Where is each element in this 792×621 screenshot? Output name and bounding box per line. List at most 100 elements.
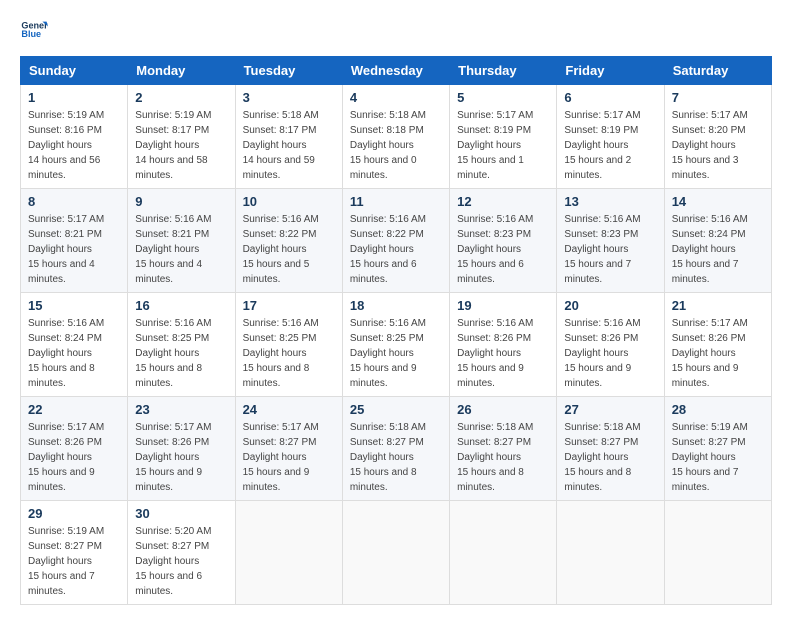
day-cell: 6 Sunrise: 5:17 AM Sunset: 8:19 PM Dayli… [557, 85, 664, 189]
day-info: Sunrise: 5:17 AM Sunset: 8:21 PM Dayligh… [28, 214, 104, 285]
logo-icon: General Blue [20, 16, 48, 44]
week-row-4: 22 Sunrise: 5:17 AM Sunset: 8:26 PM Dayl… [21, 397, 772, 501]
day-number: 28 [672, 402, 764, 417]
day-info: Sunrise: 5:17 AM Sunset: 8:26 PM Dayligh… [135, 422, 211, 493]
day-cell [664, 501, 771, 605]
day-number: 12 [457, 194, 549, 209]
weekday-header-sunday: Sunday [21, 57, 128, 85]
day-cell: 30 Sunrise: 5:20 AM Sunset: 8:27 PM Dayl… [128, 501, 235, 605]
day-info: Sunrise: 5:16 AM Sunset: 8:26 PM Dayligh… [457, 318, 533, 389]
day-number: 29 [28, 506, 120, 521]
day-cell [450, 501, 557, 605]
svg-text:Blue: Blue [21, 29, 41, 39]
day-cell: 2 Sunrise: 5:19 AM Sunset: 8:17 PM Dayli… [128, 85, 235, 189]
page-header: General Blue [20, 16, 772, 44]
day-cell: 24 Sunrise: 5:17 AM Sunset: 8:27 PM Dayl… [235, 397, 342, 501]
day-cell: 23 Sunrise: 5:17 AM Sunset: 8:26 PM Dayl… [128, 397, 235, 501]
day-cell: 16 Sunrise: 5:16 AM Sunset: 8:25 PM Dayl… [128, 293, 235, 397]
day-info: Sunrise: 5:18 AM Sunset: 8:27 PM Dayligh… [564, 422, 640, 493]
day-info: Sunrise: 5:18 AM Sunset: 8:27 PM Dayligh… [457, 422, 533, 493]
day-cell: 22 Sunrise: 5:17 AM Sunset: 8:26 PM Dayl… [21, 397, 128, 501]
day-cell: 25 Sunrise: 5:18 AM Sunset: 8:27 PM Dayl… [342, 397, 449, 501]
day-info: Sunrise: 5:18 AM Sunset: 8:18 PM Dayligh… [350, 110, 426, 181]
day-number: 9 [135, 194, 227, 209]
day-number: 4 [350, 90, 442, 105]
day-number: 24 [243, 402, 335, 417]
day-number: 18 [350, 298, 442, 313]
weekday-header-friday: Friday [557, 57, 664, 85]
day-cell: 27 Sunrise: 5:18 AM Sunset: 8:27 PM Dayl… [557, 397, 664, 501]
day-number: 2 [135, 90, 227, 105]
weekday-header-saturday: Saturday [664, 57, 771, 85]
day-number: 26 [457, 402, 549, 417]
day-number: 22 [28, 402, 120, 417]
day-cell: 20 Sunrise: 5:16 AM Sunset: 8:26 PM Dayl… [557, 293, 664, 397]
day-cell: 18 Sunrise: 5:16 AM Sunset: 8:25 PM Dayl… [342, 293, 449, 397]
day-number: 6 [564, 90, 656, 105]
day-info: Sunrise: 5:16 AM Sunset: 8:25 PM Dayligh… [350, 318, 426, 389]
day-number: 11 [350, 194, 442, 209]
day-info: Sunrise: 5:19 AM Sunset: 8:27 PM Dayligh… [672, 422, 748, 493]
day-cell: 19 Sunrise: 5:16 AM Sunset: 8:26 PM Dayl… [450, 293, 557, 397]
weekday-header-tuesday: Tuesday [235, 57, 342, 85]
day-info: Sunrise: 5:16 AM Sunset: 8:25 PM Dayligh… [135, 318, 211, 389]
day-cell: 15 Sunrise: 5:16 AM Sunset: 8:24 PM Dayl… [21, 293, 128, 397]
day-cell: 1 Sunrise: 5:19 AM Sunset: 8:16 PM Dayli… [21, 85, 128, 189]
week-row-2: 8 Sunrise: 5:17 AM Sunset: 8:21 PM Dayli… [21, 189, 772, 293]
day-cell: 14 Sunrise: 5:16 AM Sunset: 8:24 PM Dayl… [664, 189, 771, 293]
day-number: 21 [672, 298, 764, 313]
day-info: Sunrise: 5:16 AM Sunset: 8:24 PM Dayligh… [672, 214, 748, 285]
weekday-header-row: SundayMondayTuesdayWednesdayThursdayFrid… [21, 57, 772, 85]
day-number: 5 [457, 90, 549, 105]
day-number: 7 [672, 90, 764, 105]
day-cell: 29 Sunrise: 5:19 AM Sunset: 8:27 PM Dayl… [21, 501, 128, 605]
day-info: Sunrise: 5:19 AM Sunset: 8:27 PM Dayligh… [28, 526, 104, 597]
day-info: Sunrise: 5:18 AM Sunset: 8:17 PM Dayligh… [243, 110, 319, 181]
weekday-header-thursday: Thursday [450, 57, 557, 85]
week-row-5: 29 Sunrise: 5:19 AM Sunset: 8:27 PM Dayl… [21, 501, 772, 605]
day-number: 3 [243, 90, 335, 105]
day-cell: 4 Sunrise: 5:18 AM Sunset: 8:18 PM Dayli… [342, 85, 449, 189]
day-cell: 7 Sunrise: 5:17 AM Sunset: 8:20 PM Dayli… [664, 85, 771, 189]
week-row-1: 1 Sunrise: 5:19 AM Sunset: 8:16 PM Dayli… [21, 85, 772, 189]
day-info: Sunrise: 5:18 AM Sunset: 8:27 PM Dayligh… [350, 422, 426, 493]
day-info: Sunrise: 5:17 AM Sunset: 8:26 PM Dayligh… [672, 318, 748, 389]
day-info: Sunrise: 5:16 AM Sunset: 8:26 PM Dayligh… [564, 318, 640, 389]
day-cell: 9 Sunrise: 5:16 AM Sunset: 8:21 PM Dayli… [128, 189, 235, 293]
day-info: Sunrise: 5:16 AM Sunset: 8:22 PM Dayligh… [350, 214, 426, 285]
day-number: 14 [672, 194, 764, 209]
calendar-body: 1 Sunrise: 5:19 AM Sunset: 8:16 PM Dayli… [21, 85, 772, 605]
day-number: 16 [135, 298, 227, 313]
day-info: Sunrise: 5:16 AM Sunset: 8:22 PM Dayligh… [243, 214, 319, 285]
day-cell [557, 501, 664, 605]
day-number: 27 [564, 402, 656, 417]
week-row-3: 15 Sunrise: 5:16 AM Sunset: 8:24 PM Dayl… [21, 293, 772, 397]
calendar-table: SundayMondayTuesdayWednesdayThursdayFrid… [20, 56, 772, 605]
day-info: Sunrise: 5:20 AM Sunset: 8:27 PM Dayligh… [135, 526, 211, 597]
day-cell: 28 Sunrise: 5:19 AM Sunset: 8:27 PM Dayl… [664, 397, 771, 501]
day-cell [342, 501, 449, 605]
day-number: 8 [28, 194, 120, 209]
day-info: Sunrise: 5:16 AM Sunset: 8:23 PM Dayligh… [564, 214, 640, 285]
weekday-header-wednesday: Wednesday [342, 57, 449, 85]
day-info: Sunrise: 5:19 AM Sunset: 8:16 PM Dayligh… [28, 110, 104, 181]
day-info: Sunrise: 5:16 AM Sunset: 8:23 PM Dayligh… [457, 214, 533, 285]
day-cell: 12 Sunrise: 5:16 AM Sunset: 8:23 PM Dayl… [450, 189, 557, 293]
day-number: 1 [28, 90, 120, 105]
day-cell: 5 Sunrise: 5:17 AM Sunset: 8:19 PM Dayli… [450, 85, 557, 189]
day-info: Sunrise: 5:16 AM Sunset: 8:24 PM Dayligh… [28, 318, 104, 389]
day-number: 19 [457, 298, 549, 313]
day-cell: 26 Sunrise: 5:18 AM Sunset: 8:27 PM Dayl… [450, 397, 557, 501]
day-info: Sunrise: 5:19 AM Sunset: 8:17 PM Dayligh… [135, 110, 211, 181]
day-info: Sunrise: 5:16 AM Sunset: 8:25 PM Dayligh… [243, 318, 319, 389]
day-cell: 11 Sunrise: 5:16 AM Sunset: 8:22 PM Dayl… [342, 189, 449, 293]
day-number: 13 [564, 194, 656, 209]
day-cell: 17 Sunrise: 5:16 AM Sunset: 8:25 PM Dayl… [235, 293, 342, 397]
day-info: Sunrise: 5:17 AM Sunset: 8:19 PM Dayligh… [564, 110, 640, 181]
day-info: Sunrise: 5:17 AM Sunset: 8:20 PM Dayligh… [672, 110, 748, 181]
day-cell: 3 Sunrise: 5:18 AM Sunset: 8:17 PM Dayli… [235, 85, 342, 189]
day-info: Sunrise: 5:17 AM Sunset: 8:19 PM Dayligh… [457, 110, 533, 181]
logo: General Blue [20, 16, 48, 44]
day-number: 23 [135, 402, 227, 417]
day-info: Sunrise: 5:17 AM Sunset: 8:27 PM Dayligh… [243, 422, 319, 493]
